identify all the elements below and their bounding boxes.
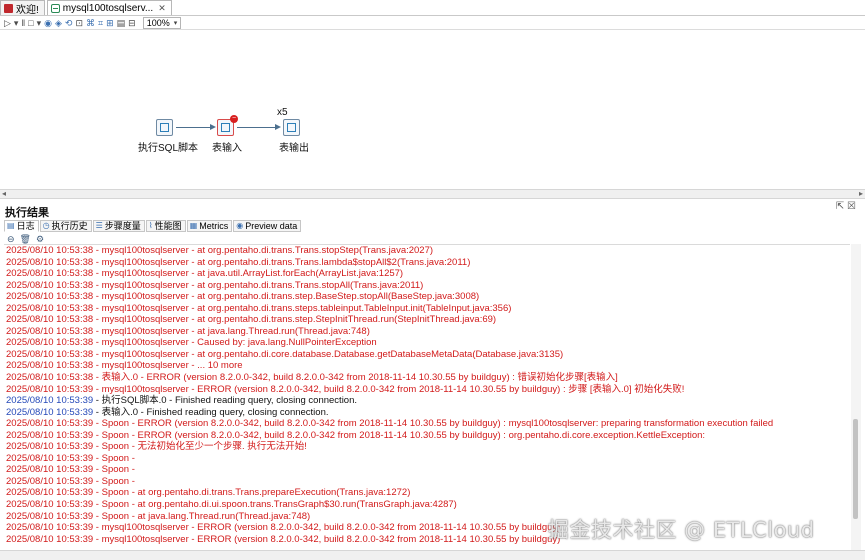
tab-transformation[interactable]: mysql100tosqlserv... ✕ [46,0,172,15]
panel-controls: ⇱ ☒ [836,201,856,212]
close-panel-icon[interactable]: ☒ [847,201,856,212]
impact-icon[interactable]: ⌘ [86,17,95,29]
log-output[interactable]: 2025/08/10 10:53:38 - mysql100tosqlserve… [4,244,850,550]
log-message: - 执行SQL脚本.0 - Finished reading query, cl… [93,395,358,407]
step-table-input-label: 表输入 [212,143,242,154]
tab-metrics[interactable]: ▦ Metrics [186,219,233,232]
tab-welcome-label: 欢迎! [16,4,39,16]
tab-welcome[interactable]: 欢迎! [0,0,45,16]
preview-icon[interactable]: ◉ [44,17,52,29]
log-line: 2025/08/10 10:53:39 - Spoon - at org.pen… [6,499,457,511]
log-line: 2025/08/10 10:53:38 - mysql100tosqlserve… [6,268,404,280]
debug-icon[interactable]: ◈ [55,17,62,29]
results-tabs: ▤ 日志 ◷ 执行历史 ☰ 步骤度量 ⌇ 性能图 ▦ Metrics ◉ Pre… [4,219,302,232]
step-table-output-label: 表输出 [279,143,309,154]
log-line: 2025/08/10 10:53:39 - Spoon - at org.pen… [6,487,411,499]
log-timestamp: 2025/08/10 10:53:39 [6,406,94,418]
log-vertical-scrollbar[interactable] [851,244,861,550]
preview-data-icon: ◉ [236,221,244,230]
run-dropdown-icon[interactable]: ▾ [14,17,19,29]
close-tab-icon[interactable]: ✕ [158,3,166,14]
tab-log-label: 日志 [16,221,35,231]
hop-arrow-icon [275,124,281,130]
verify-icon[interactable]: ⊡ [75,17,83,29]
log-horizontal-scrollbar[interactable] [0,550,865,560]
transformation-canvas[interactable]: 执行SQL脚本 − 表输入 x5 表输出 [0,31,865,189]
copies-label: x5 [277,107,288,118]
log-line: 2025/08/10 10:53:39 - Spoon - ERROR (ver… [6,429,706,441]
welcome-icon [4,3,13,13]
log-line: 2025/08/10 10:53:39 - Spoon - 无法初始化至少一个步… [6,441,307,453]
run-icon[interactable]: ▷ [4,17,11,29]
log-line: 2025/08/10 10:53:38 - 表输入.0 - ERROR (ver… [6,372,618,384]
log-line: 2025/08/10 10:53:39 - Spoon - ERROR (ver… [6,418,774,430]
scroll-right-icon[interactable]: ▸ [859,189,863,198]
canvas-horizontal-scrollbar[interactable]: ◂ ▸ [0,189,865,199]
chevron-down-icon: ▾ [173,19,178,27]
explore-db-icon[interactable]: ⊞ [106,17,114,29]
sql-icon[interactable]: ⌗ [98,17,103,29]
table-output-icon [283,119,300,136]
tab-history-label: 执行历史 [51,221,88,231]
performance-chart-icon: ⌇ [148,221,153,230]
hop-arrow-icon [210,124,216,130]
align-icon[interactable]: ⊟ [128,17,136,29]
log-message: - 表输入.0 - Finished reading query, closin… [93,406,329,418]
watermark: 掘金技术社区 @ ETLCloud [548,518,815,542]
results-panel-title: 执行结果 [5,207,49,219]
tab-metrics-label: Metrics [199,220,229,231]
hop-sql-to-input[interactable] [176,127,212,128]
sql-script-icon [156,119,173,136]
log-line: 2025/08/10 10:53:38 - mysql100tosqlserve… [6,279,424,291]
transformation-toolbar: ▷ ▾ ‖ □ ▾ ◉ ◈ ⟲ ⊡ ⌘ ⌗ ⊞ ▤ ⊟ 100% ▾ [0,16,865,30]
tab-preview-data-label: Preview data [245,220,298,231]
log-line: 2025/08/10 10:53:38 - mysql100tosqlserve… [6,256,471,268]
tab-performance[interactable]: ⌇ 性能图 [145,219,186,232]
log-line: 2025/08/10 10:53:38 - mysql100tosqlserve… [6,314,497,326]
log-line: 2025/08/10 10:53:38 - mysql100tosqlserve… [6,337,377,349]
editor-tab-strip: 欢迎! mysql100tosqlserv... ✕ [0,0,865,16]
log-line: 2025/08/10 10:53:38 - mysql100tosqlserve… [6,302,512,314]
log-line: 2025/08/10 10:53:38 - mysql100tosqlserve… [6,360,243,372]
log-line: 2025/08/10 10:53:39 - mysql100tosqlserve… [6,383,685,395]
scrollbar-thumb[interactable] [853,419,858,519]
log-line: 2025/08/10 10:53:39 - 执行SQL脚本.0 - Finish… [4,395,850,407]
tab-log[interactable]: ▤ 日志 [4,219,39,232]
log-line: 2025/08/10 10:53:39 - 表输入.0 - Finished r… [4,407,850,419]
tab-transformation-label: mysql100tosqlserv... [62,2,154,14]
tab-performance-label: 性能图 [154,221,182,231]
show-results-icon[interactable]: ▤ [117,17,126,29]
log-line: 2025/08/10 10:53:39 - Spoon - [6,464,135,476]
log-line: 2025/08/10 10:53:38 - mysql100tosqlserve… [6,348,564,360]
stop-icon[interactable]: □ [28,17,33,29]
replay-icon[interactable]: ⟲ [65,17,73,29]
metrics-icon: ▦ [189,221,198,230]
step-metrics-icon: ☰ [95,221,103,230]
hop-input-to-output[interactable] [237,127,277,128]
log-line: 2025/08/10 10:53:38 - mysql100tosqlserve… [6,291,480,303]
transformation-icon [50,3,60,13]
log-line: 2025/08/10 10:53:38 - mysql100tosqlserve… [6,325,370,337]
log-timestamp: 2025/08/10 10:53:39 [6,395,94,407]
log-line: 2025/08/10 10:53:39 - Spoon - [6,475,135,487]
error-badge-icon: − [230,115,238,123]
stop-dropdown-icon[interactable]: ▾ [37,17,42,29]
tab-step-metrics-label: 步骤度量 [104,221,141,231]
zoom-value: 100% [146,17,170,28]
zoom-select[interactable]: 100% ▾ [142,16,182,29]
step-execute-sql-label: 执行SQL脚本 [138,143,199,154]
scroll-left-icon[interactable]: ◂ [2,189,6,198]
tab-preview-data[interactable]: ◉ Preview data [233,219,302,232]
pause-icon[interactable]: ‖ [21,17,25,29]
log-line: 2025/08/10 10:53:39 - Spoon - [6,452,135,464]
maximize-icon[interactable]: ⇱ [836,201,844,212]
log-line: 2025/08/10 10:53:38 - mysql100tosqlserve… [6,245,434,256]
tab-step-metrics[interactable]: ☰ 步骤度量 [92,219,145,232]
tab-history[interactable]: ◷ 执行历史 [39,219,92,232]
log-icon: ▤ [7,221,15,230]
history-icon: ◷ [42,221,50,230]
